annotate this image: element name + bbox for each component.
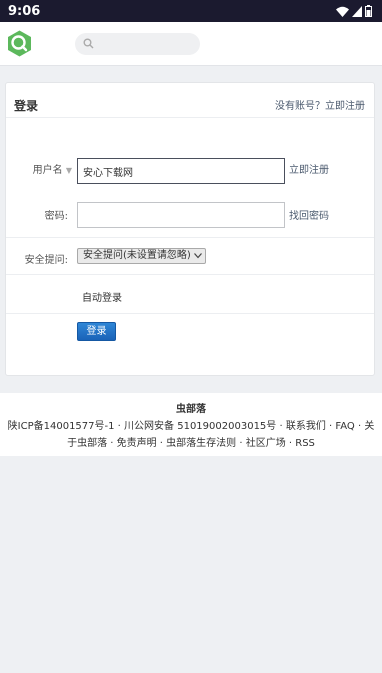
dropdown-triangle-icon: ▼ bbox=[65, 166, 72, 175]
username-label-text: 用户名 bbox=[32, 165, 63, 176]
footer-link-faq[interactable]: FAQ bbox=[335, 421, 354, 432]
search-input[interactable] bbox=[97, 35, 195, 53]
password-label: 密码: bbox=[44, 211, 68, 222]
security-question-select[interactable]: 安全提问(未设置请忽略) bbox=[77, 248, 206, 264]
register-prompt: 没有账号？立即注册 bbox=[275, 97, 365, 112]
login-title: 登录 bbox=[14, 99, 39, 113]
login-button[interactable]: 登录 bbox=[77, 322, 116, 341]
footer-link-rss[interactable]: RSS bbox=[295, 438, 315, 449]
logo-icon[interactable] bbox=[6, 30, 33, 57]
title-divider bbox=[6, 117, 374, 118]
search-icon bbox=[83, 38, 94, 49]
footer: 虫部落 陕ICP备14001577号-1 · 川公网安备 51019002003… bbox=[0, 393, 382, 456]
forgot-password-link[interactable]: 找回密码 bbox=[289, 207, 329, 222]
row-divider bbox=[6, 313, 374, 314]
wifi-icon bbox=[336, 6, 349, 17]
row-divider bbox=[6, 274, 374, 275]
footer-info: 陕ICP备14001577号-1 · 川公网安备 51019002003015号… bbox=[7, 421, 375, 449]
login-panel: 登录 没有账号？立即注册 bbox=[5, 82, 375, 376]
password-input[interactable] bbox=[78, 203, 284, 227]
footer-link-contact[interactable]: 联系我们 bbox=[286, 421, 326, 432]
footer-link-disclaimer[interactable]: 免责声明 bbox=[117, 438, 157, 449]
icp-link[interactable]: 陕ICP备14001577号-1 bbox=[8, 421, 115, 432]
security-question-label: 安全提问: bbox=[24, 255, 68, 266]
username-input[interactable] bbox=[78, 159, 284, 183]
status-icons bbox=[336, 5, 372, 17]
username-register-link[interactable]: 立即注册 bbox=[289, 161, 329, 176]
battery-icon bbox=[365, 5, 372, 17]
register-link[interactable]: 立即注册 bbox=[325, 101, 365, 112]
status-bar: 9:06 bbox=[0, 0, 382, 22]
footer-site-name: 虫部落 bbox=[176, 404, 206, 415]
police-record-link[interactable]: 川公网安备 51019002003015号 bbox=[124, 421, 276, 432]
username-label[interactable]: 用户名 ▼ bbox=[20, 161, 72, 176]
username-field[interactable] bbox=[77, 158, 285, 184]
footer-link-rules[interactable]: 虫部落生存法则 bbox=[166, 438, 236, 449]
search-box[interactable] bbox=[75, 33, 200, 55]
status-time: 9:06 bbox=[8, 4, 41, 19]
row-divider bbox=[6, 237, 374, 238]
cell-signal-icon bbox=[352, 5, 362, 17]
footer-link-square[interactable]: 社区广场 bbox=[246, 438, 286, 449]
top-header bbox=[0, 22, 382, 66]
security-question-value: 安全提问(未设置请忽略) bbox=[83, 250, 191, 261]
no-account-text: 没有账号？ bbox=[275, 101, 325, 112]
auto-login-label[interactable]: 自动登录 bbox=[82, 289, 122, 304]
chevron-down-icon bbox=[194, 253, 202, 259]
password-field[interactable] bbox=[77, 202, 285, 228]
